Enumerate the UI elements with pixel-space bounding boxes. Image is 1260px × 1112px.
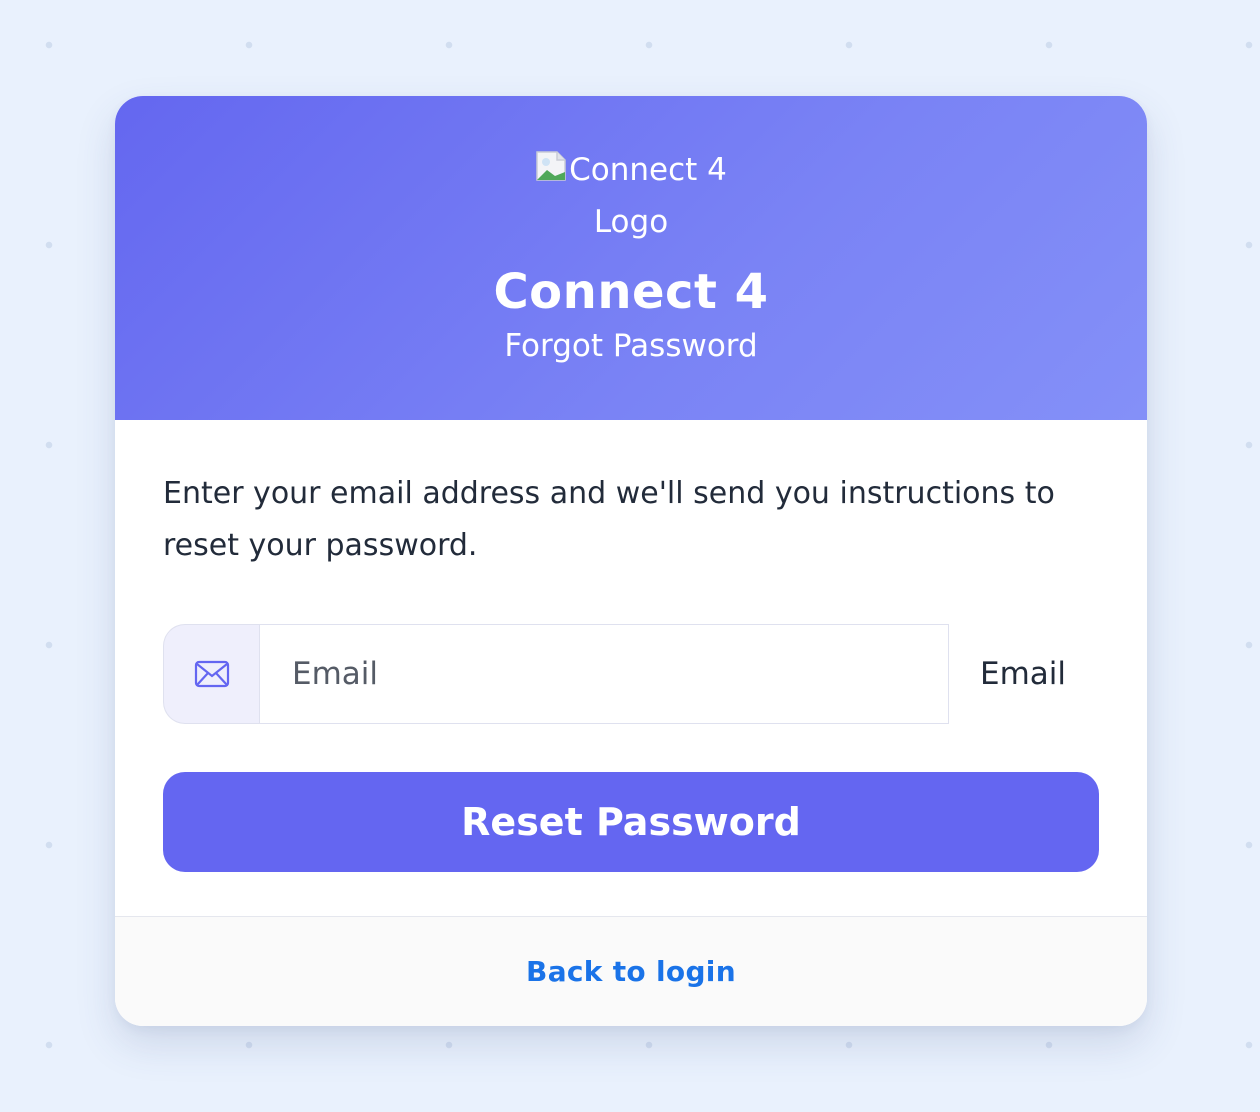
logo-alt-line-2: Logo: [593, 204, 669, 240]
forgot-password-card: Connect 4 Logo Connect 4 Forgot Password…: [115, 96, 1147, 1026]
card-body: Enter your email address and we'll send …: [115, 420, 1147, 916]
email-icon-addon: [163, 624, 259, 724]
broken-image-icon: [536, 151, 566, 181]
reset-password-button[interactable]: Reset Password: [163, 772, 1099, 872]
logo-alt-text-1: Connect 4: [569, 152, 727, 188]
back-to-login-link[interactable]: Back to login: [526, 955, 736, 988]
email-input[interactable]: [259, 624, 949, 724]
logo-alt-line-1: Connect 4: [521, 144, 741, 196]
card-header: Connect 4 Logo Connect 4 Forgot Password: [115, 96, 1147, 420]
email-field-label: Email: [980, 656, 1067, 692]
envelope-icon: [194, 660, 229, 688]
brand-title: Connect 4: [493, 264, 769, 320]
card-footer: Back to login: [115, 916, 1147, 1026]
brand-logo: Connect 4 Logo: [521, 144, 741, 248]
instructions-text: Enter your email address and we'll send …: [163, 476, 1055, 563]
page-subtitle: Forgot Password: [504, 328, 758, 364]
email-input-group: Email: [163, 624, 1099, 724]
